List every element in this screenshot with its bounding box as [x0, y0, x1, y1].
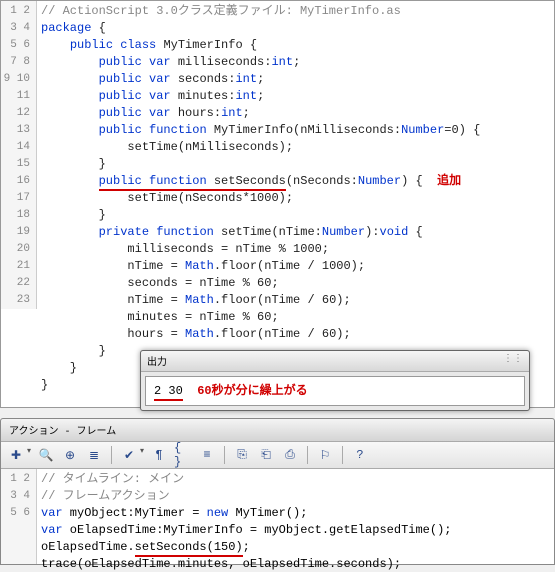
toolbar-separator [307, 446, 308, 464]
output-title-label: 出力 [147, 358, 167, 369]
auto-icon[interactable]: ¶ [150, 446, 168, 464]
toolbar-separator [111, 446, 112, 464]
script2-icon[interactable]: ⎗ [257, 446, 275, 464]
flag-icon[interactable]: ⚐ [316, 446, 334, 464]
upper-code[interactable]: // ActionScript 3.0クラス定義ファイル: MyTimerInf… [37, 1, 554, 396]
actions-panel-title[interactable]: アクション - フレーム [1, 419, 554, 442]
dropdown-arrow-icon[interactable]: ▾ [27, 446, 31, 464]
script-icon[interactable]: ⎘ [233, 446, 251, 464]
upper-code-editor[interactable]: 1 2 3 4 5 6 7 8 9 10 11 12 13 14 15 16 1… [0, 0, 555, 408]
output-panel[interactable]: 出力 ⋮⋮ 2 30 60秒が分に繰上がる [140, 350, 530, 411]
help-icon[interactable]: ? [351, 446, 369, 464]
actions-title-label: アクション - フレーム [9, 427, 116, 438]
output-body: 2 30 60秒が分に繰上がる [145, 376, 525, 406]
upper-gutter: 1 2 3 4 5 6 7 8 9 10 11 12 13 14 15 16 1… [1, 1, 37, 309]
lower-gutter: 1 2 3 4 5 6 [1, 469, 37, 564]
script3-icon[interactable]: ⎙ [281, 446, 299, 464]
add-icon[interactable]: ✚ [7, 446, 25, 464]
output-note: 60秒が分に繰上がる [197, 384, 307, 398]
brace-l-icon[interactable]: { } [174, 446, 192, 464]
lower-code[interactable]: // タイムライン: メイン // フレームアクション var myObject… [37, 469, 554, 564]
toolbar-separator [342, 446, 343, 464]
panel-grip-icon[interactable]: ⋮⋮ [503, 353, 523, 365]
tree-icon[interactable]: ≣ [85, 446, 103, 464]
target-icon[interactable]: ⊕ [61, 446, 79, 464]
output-value: 2 30 [154, 384, 183, 401]
actions-panel: アクション - フレーム ✚▾🔍⊕≣✔▾¶{ }≡⎘⎗⎙⚐? 1 2 3 4 5… [0, 418, 555, 565]
actions-toolbar: ✚▾🔍⊕≣✔▾¶{ }≡⎘⎗⎙⚐? [1, 442, 554, 469]
check-icon[interactable]: ✔ [120, 446, 138, 464]
lower-code-editor[interactable]: 1 2 3 4 5 6 // タイムライン: メイン // フレームアクション … [1, 469, 554, 564]
find-icon[interactable]: 🔍 [37, 446, 55, 464]
output-panel-title[interactable]: 出力 ⋮⋮ [141, 351, 529, 372]
brace-r-icon[interactable]: ≡ [198, 446, 216, 464]
toolbar-separator [224, 446, 225, 464]
dropdown-arrow-icon[interactable]: ▾ [140, 446, 144, 464]
